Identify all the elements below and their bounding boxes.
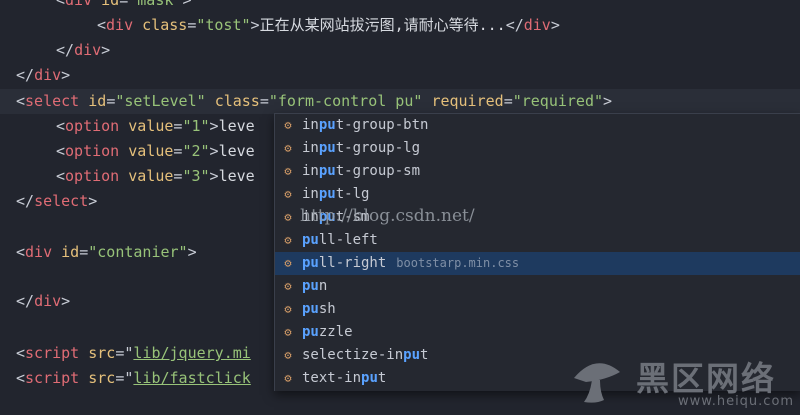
code-line: <script src="lib/jquery.mi xyxy=(16,344,251,362)
class-icon: ⚙ xyxy=(284,325,292,339)
suggestion-item[interactable]: ⚙ push xyxy=(275,298,800,321)
suggestion-item[interactable]: ⚙ puzzle xyxy=(275,321,800,344)
suggestion-label: puzzle xyxy=(302,324,353,340)
suggestion-detail: bootstarp.min.css xyxy=(396,256,520,270)
site-logo: 黑区网络 www.heiqu.com xyxy=(566,350,798,414)
code-line: <div class="tost">正在从某网站拔污图,请耐心等待...</di… xyxy=(97,16,560,34)
class-icon: ⚙ xyxy=(284,371,292,385)
class-icon: ⚙ xyxy=(284,141,292,155)
code-line: </select> xyxy=(16,192,98,210)
class-icon: ⚙ xyxy=(284,233,292,247)
class-icon: ⚙ xyxy=(284,279,292,293)
suggestion-item[interactable]: ⚙ input-lg xyxy=(275,183,800,206)
suggestion-label: pull-right bootstarp.min.css xyxy=(302,255,520,271)
watermark-text: http://blog.csdn.net/ xyxy=(300,206,475,226)
mushroom-logo-icon xyxy=(574,363,620,403)
suggestion-label: push xyxy=(302,301,336,317)
suggestion-label: selectize-input xyxy=(302,347,429,363)
suggestion-item[interactable]: ⚙ input-group-lg xyxy=(275,137,800,160)
code-line: <option value="2">leve xyxy=(56,142,255,160)
code-line: <div id="mask"> xyxy=(56,0,192,9)
code-line: <option value="1">leve xyxy=(56,117,255,135)
class-icon: ⚙ xyxy=(284,210,292,224)
suggestion-item[interactable]: ⚙ input-group-btn xyxy=(275,114,800,137)
suggestion-label: text-input xyxy=(302,370,387,386)
code-line: </div> xyxy=(16,292,71,310)
class-icon: ⚙ xyxy=(284,256,292,270)
suggestion-label: input-group-btn xyxy=(302,117,429,133)
suggestion-label: pull-left xyxy=(302,232,378,248)
suggestion-item[interactable]: ⚙ pun xyxy=(275,275,800,298)
code-line: <div id="contanier"> xyxy=(16,243,197,261)
suggestion-label: input-lg xyxy=(302,186,370,202)
suggestion-label: input-group-lg xyxy=(302,140,421,156)
class-icon: ⚙ xyxy=(284,302,292,316)
suggestion-item[interactable]: ⚙ input-group-sm xyxy=(275,160,800,183)
suggestion-item[interactable]: ⚙ pull-left xyxy=(275,229,800,252)
suggestion-label: pun xyxy=(302,278,328,294)
suggestion-label: input-group-sm xyxy=(302,163,421,179)
class-icon: ⚙ xyxy=(284,348,292,362)
code-line-current: <select id="setLevel" class="form-contro… xyxy=(0,89,800,114)
suggestion-item[interactable]: ⚙ pull-right bootstarp.min.css xyxy=(275,252,800,275)
logo-url-text: www.heiqu.com xyxy=(678,394,795,409)
class-icon: ⚙ xyxy=(284,118,292,132)
code-line: </div> xyxy=(16,66,71,84)
code-line: </div> xyxy=(56,41,111,59)
code-line: <script src="lib/fastclick xyxy=(16,369,251,387)
class-icon: ⚙ xyxy=(284,164,292,178)
class-icon: ⚙ xyxy=(284,187,292,201)
logo-chinese-text: 黑区网络 xyxy=(636,359,776,398)
code-line: <option value="3">leve xyxy=(56,167,255,185)
